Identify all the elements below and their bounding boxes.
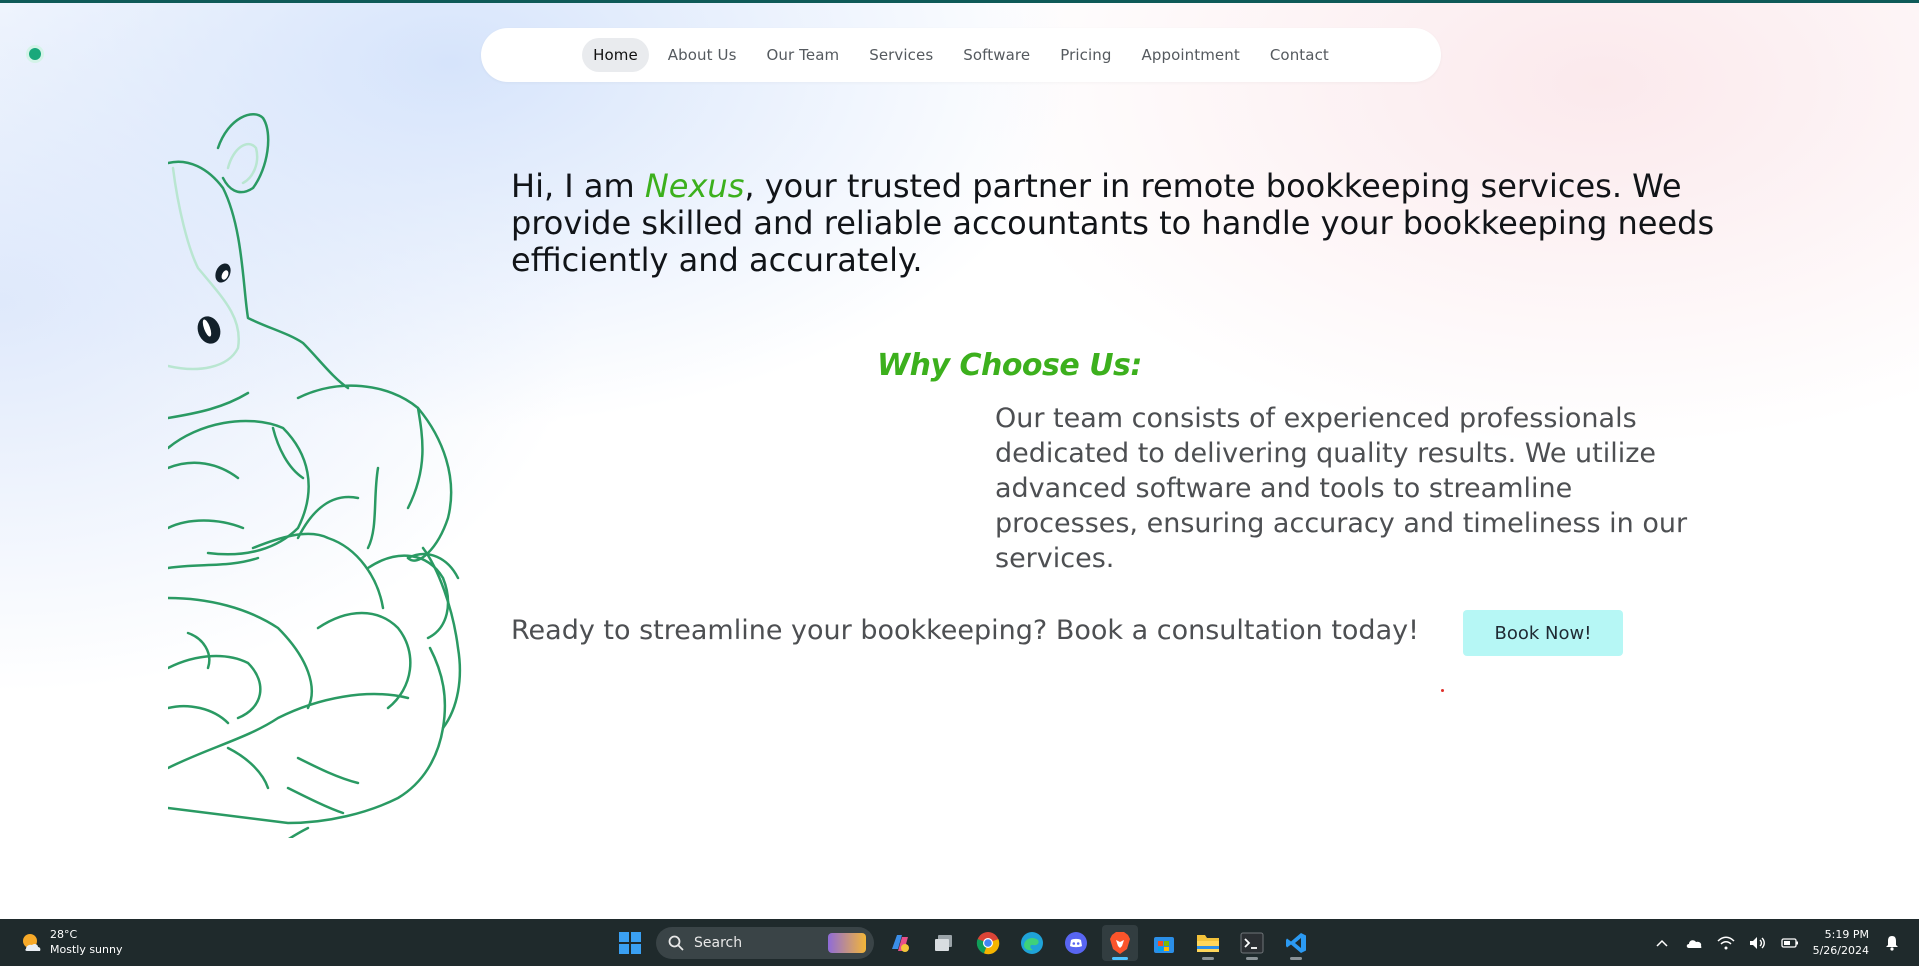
search-label: Search [694,934,743,951]
wifi-icon[interactable] [1717,934,1735,952]
store-icon[interactable] [1146,925,1182,961]
main-nav: Home About Us Our Team Services Software… [481,28,1441,82]
chevron-up-icon[interactable] [1653,934,1671,952]
nav-services[interactable]: Services [858,38,944,72]
volume-icon[interactable] [1749,934,1767,952]
weather-temp: 28°C [50,928,78,941]
chrome-icon[interactable] [970,925,1006,961]
clock-time: 5:19 PM [1824,927,1869,941]
file-explorer-icon[interactable] [1190,925,1226,961]
book-now-button[interactable]: Book Now! [1463,610,1623,656]
cursor-dot [1441,689,1444,692]
taskbar-search[interactable]: Search [656,926,874,959]
hero-prefix: Hi, I am [511,167,645,205]
notification-bell-icon[interactable] [1883,934,1901,952]
mascot-illustration [168,113,462,838]
task-view-icon[interactable] [926,925,962,961]
nav-our-team[interactable]: Our Team [756,38,851,72]
clock-date: 5/26/2024 [1812,943,1869,957]
nav-about-us[interactable]: About Us [657,38,748,72]
onedrive-cloud-icon[interactable] [1685,934,1703,952]
search-highlight-icon [828,932,866,953]
nav-home[interactable]: Home [582,38,649,72]
start-icon[interactable] [612,925,648,961]
brave-icon[interactable] [1102,924,1138,961]
brand-name: Nexus [644,167,745,205]
hero-intro: Hi, I am Nexus, your trusted partner in … [511,168,1751,279]
nav-pricing[interactable]: Pricing [1049,38,1122,72]
sun-cloud-icon [23,934,41,951]
edge-icon[interactable] [1014,925,1050,961]
taskbar: 28°C Mostly sunny Search 5:19 PM 5/26/20… [0,919,1919,966]
copilot-icon[interactable] [882,925,918,961]
why-choose-us-heading: Why Choose Us: [877,348,1142,383]
why-choose-us-body: Our team consists of experienced profess… [995,403,1688,574]
weather-widget[interactable]: 28°C Mostly sunny [20,927,122,957]
taskbar-apps: Search [612,924,1314,961]
discord-icon[interactable] [1058,925,1094,961]
status-dot [29,48,41,60]
vscode-icon[interactable] [1278,925,1314,961]
nav-contact[interactable]: Contact [1259,38,1340,72]
nav-appointment[interactable]: Appointment [1130,38,1250,72]
search-icon [668,935,684,951]
battery-icon[interactable] [1780,934,1799,952]
cta-text: Ready to streamline your bookkeeping? Bo… [511,615,1419,646]
terminal-icon[interactable] [1234,925,1270,961]
taskbar-clock[interactable]: 5:19 PM 5/26/2024 [1813,927,1869,959]
weather-condition: Mostly sunny [50,943,123,956]
system-tray: 5:19 PM 5/26/2024 [1653,924,1901,961]
webpage: Home About Us Our Team Services Software… [0,3,1919,919]
nav-software[interactable]: Software [952,38,1041,72]
